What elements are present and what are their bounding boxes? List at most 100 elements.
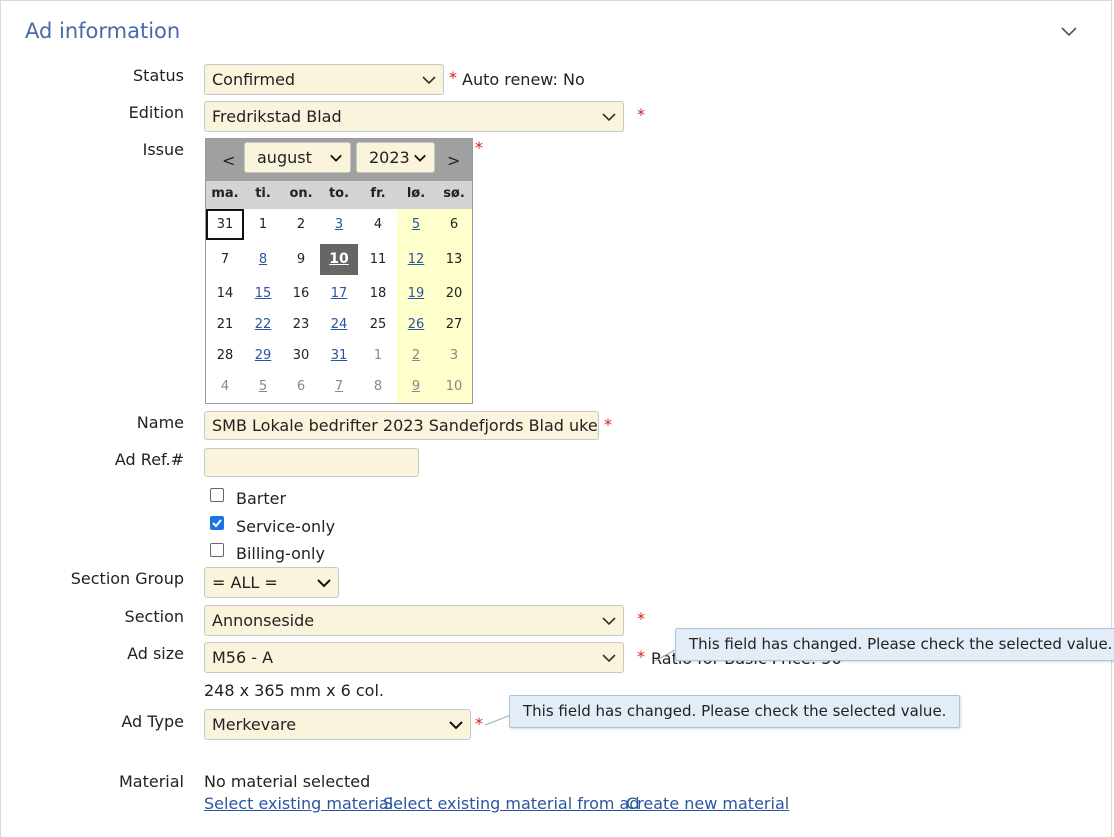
calendar-day[interactable]: 10 [435, 371, 473, 402]
calendar-day[interactable]: 6 [435, 209, 473, 240]
auto-renew-text: Auto renew: No [462, 70, 585, 89]
required-marker: * [637, 609, 645, 628]
calendar-day[interactable]: 26 [397, 309, 435, 340]
calendar-day[interactable]: 17 [320, 278, 358, 309]
calendar-day[interactable]: 7 [320, 371, 358, 402]
chevron-down-icon [449, 721, 463, 730]
ad-size-select[interactable]: M56 - A [204, 642, 624, 673]
chevron-down-icon[interactable] [1059, 21, 1079, 41]
ad-information-panel: Ad information Status Confirmed * Auto r… [0, 0, 1114, 837]
weekday-header: ma. [211, 186, 239, 201]
calendar-day[interactable]: 9 [282, 244, 320, 275]
calendar-day[interactable]: 8 [359, 371, 397, 402]
calendar-day[interactable]: 5 [397, 209, 435, 240]
weekday-header: ti. [255, 186, 271, 201]
calendar-day[interactable]: 31 [206, 209, 244, 240]
calendar-next-button[interactable]: > [447, 151, 460, 170]
ad-type-label: Ad Type [121, 712, 184, 731]
calendar-day[interactable]: 2 [397, 340, 435, 371]
chevron-down-icon [317, 579, 331, 588]
select-existing-material-link[interactable]: Select existing material [204, 794, 393, 813]
required-marker: * [475, 714, 483, 733]
calendar-year-value: 2023 [369, 148, 410, 167]
edition-label: Edition [128, 103, 184, 122]
status-label: Status [133, 66, 184, 85]
calendar-day[interactable]: 1 [359, 340, 397, 371]
edition-select[interactable]: Fredrikstad Blad [204, 101, 624, 132]
status-select[interactable]: Confirmed [204, 64, 444, 95]
calendar-day[interactable]: 21 [206, 309, 244, 340]
calendar-prev-button[interactable]: < [222, 151, 235, 170]
calendar-day[interactable]: 10 [320, 244, 358, 275]
calendar-day[interactable]: 4 [206, 371, 244, 402]
required-marker: * [449, 68, 457, 87]
section-title: Ad information [25, 19, 181, 43]
name-label: Name [136, 413, 184, 432]
calendar-day[interactable]: 30 [282, 340, 320, 371]
calendar-day[interactable]: 27 [435, 309, 473, 340]
service-only-checkbox[interactable] [210, 516, 224, 530]
ad-ref-label: Ad Ref.# [114, 450, 184, 469]
calendar-day[interactable]: 28 [206, 340, 244, 371]
required-marker: * [637, 647, 645, 666]
calendar-day[interactable]: 3 [435, 340, 473, 371]
calendar-day[interactable]: 16 [282, 278, 320, 309]
calendar-day[interactable]: 20 [435, 278, 473, 309]
calendar-day[interactable]: 19 [397, 278, 435, 309]
create-new-material-link[interactable]: Create new material [626, 794, 789, 813]
ad-type-select[interactable]: Merkevare [204, 709, 471, 740]
required-marker: * [604, 415, 612, 434]
changed-field-tooltip: This field has changed. Please check the… [509, 695, 961, 728]
calendar-weekday-row: ma. ti. on. to. fr. lø. sø. [206, 181, 472, 209]
ad-size-value: M56 - A [212, 648, 274, 667]
calendar-day[interactable]: 2 [282, 209, 320, 240]
calendar-day[interactable]: 22 [244, 309, 282, 340]
calendar-day[interactable]: 7 [206, 244, 244, 275]
calendar-day[interactable]: 6 [282, 371, 320, 402]
chevron-down-icon [602, 113, 616, 122]
calendar-day[interactable]: 18 [359, 278, 397, 309]
barter-checkbox[interactable] [210, 488, 224, 502]
calendar-day[interactable]: 15 [244, 278, 282, 309]
changed-field-tooltip: This field has changed. Please check the… [675, 628, 1114, 661]
calendar-day[interactable]: 5 [244, 371, 282, 402]
calendar-year-select[interactable]: 2023 [356, 142, 435, 173]
barter-label: Barter [236, 489, 287, 508]
calendar-day[interactable]: 25 [359, 309, 397, 340]
name-input[interactable]: SMB Lokale bedrifter 2023 Sandefjords Bl… [204, 411, 599, 440]
service-only-label: Service-only [236, 517, 336, 536]
calendar-day[interactable]: 13 [435, 244, 473, 275]
ad-size-dimensions: 248 x 365 mm x 6 col. [204, 681, 384, 700]
chevron-down-icon [602, 654, 616, 663]
calendar-day[interactable]: 31 [320, 340, 358, 371]
calendar-day[interactable]: 9 [397, 371, 435, 402]
billing-only-label: Billing-only [236, 544, 325, 563]
calendar-month-select[interactable]: august [244, 142, 351, 173]
section-label: Section [124, 607, 184, 626]
calendar-day[interactable]: 29 [244, 340, 282, 371]
calendar-day[interactable]: 3 [320, 209, 358, 240]
calendar-day[interactable]: 11 [359, 244, 397, 275]
material-label: Material [119, 772, 184, 791]
calendar-day[interactable]: 1 [244, 209, 282, 240]
calendar-day[interactable]: 14 [206, 278, 244, 309]
weekday-header: fr. [370, 186, 386, 201]
calendar-day[interactable]: 8 [244, 244, 282, 275]
issue-calendar: < august 2023 > ma. ti. on. to. fr. lø. sø. 31… [205, 138, 473, 404]
ad-ref-input[interactable] [204, 448, 419, 477]
select-existing-material-from-ad-link[interactable]: Select existing material from ad [383, 794, 640, 813]
calendar-day[interactable]: 23 [282, 309, 320, 340]
calendar-day[interactable]: 4 [359, 209, 397, 240]
section-group-select[interactable]: = ALL = [204, 567, 339, 598]
section-group-value: = ALL = [212, 573, 278, 592]
chevron-down-icon [414, 154, 426, 162]
weekday-header: to. [328, 186, 350, 201]
chevron-down-icon [602, 617, 616, 626]
billing-only-checkbox[interactable] [210, 543, 224, 557]
calendar-day[interactable]: 24 [320, 309, 358, 340]
calendar-day[interactable]: 12 [397, 244, 435, 275]
section-group-label: Section Group [70, 569, 184, 588]
calendar-month-value: august [257, 148, 312, 167]
check-icon [212, 519, 222, 528]
section-select[interactable]: Annonseside [204, 605, 624, 636]
